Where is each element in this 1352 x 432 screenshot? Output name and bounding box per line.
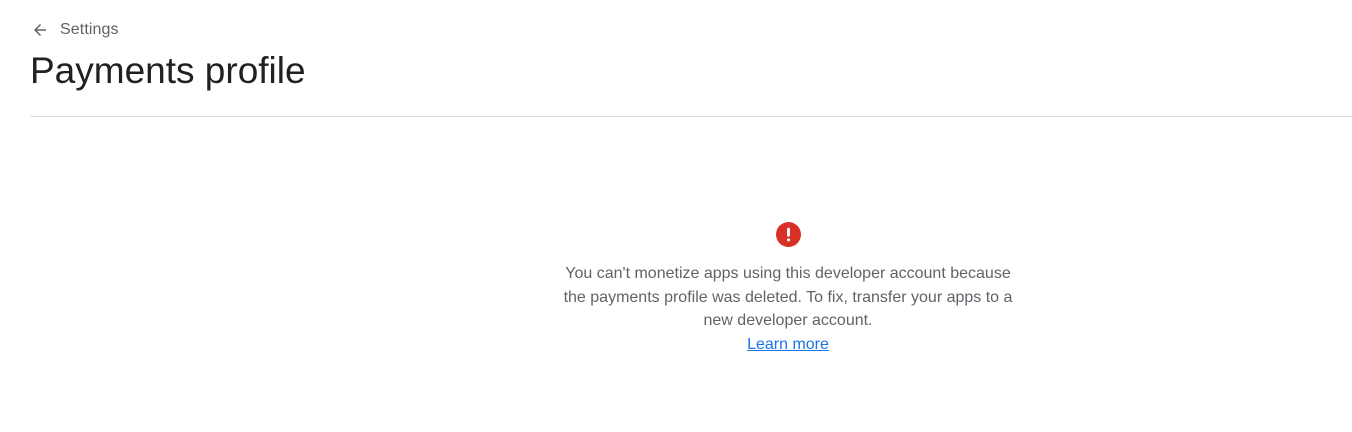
page-title: Payments profile bbox=[30, 50, 306, 91]
payments-profile-page: Settings Payments profile You can't mone… bbox=[0, 0, 1352, 432]
arrow-back-icon bbox=[31, 21, 49, 39]
error-message: You can't monetize apps using this devel… bbox=[563, 265, 1013, 329]
error-icon bbox=[775, 222, 801, 247]
learn-more-link[interactable]: Learn more bbox=[747, 333, 829, 357]
back-label: Settings bbox=[60, 21, 119, 38]
header-divider bbox=[30, 116, 1352, 117]
empty-state: You can't monetize apps using this devel… bbox=[560, 222, 1016, 356]
back-to-settings-link[interactable]: Settings bbox=[31, 19, 119, 41]
